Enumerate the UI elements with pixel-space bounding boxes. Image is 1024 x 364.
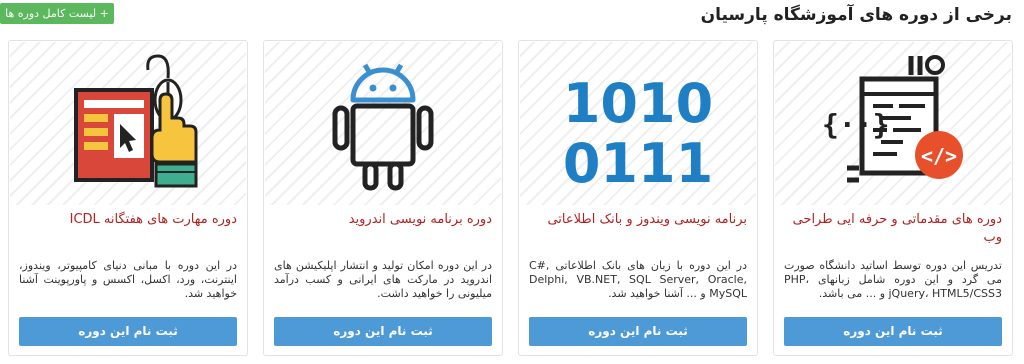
course-title-android[interactable]: دوره برنامه نویسی اندروید [274,211,492,229]
course-image-icdl [10,42,246,205]
course-description-windows-programming: در این دوره با زبان های بانک اطلاعاتی C#… [529,259,747,300]
binary-code-icon: 1010 0111 [563,72,713,195]
course-title-icdl[interactable]: دوره مهارت های هفتگانه ICDL [19,211,237,229]
full-course-list-button[interactable]: + لیست کامل دوره ها [0,3,114,24]
course-image-android [265,42,501,205]
course-description-icdl: در این دوره با مبانی دنیای کامپیوتر، وین… [19,259,237,300]
svg-text:{··}: {··} [822,108,889,141]
course-card-android: دوره برنامه نویسی اندروید در این دوره ام… [263,40,503,356]
register-button-web-design[interactable]: ثبت نام این دوره [784,317,1002,346]
course-description-web-design: تدریس این دوره توسط اساتید دانشگاه صورت … [784,259,1002,300]
course-image-windows-programming: 1010 0111 [520,42,756,205]
android-icon [332,63,434,191]
course-title-web-design[interactable]: دوره های مقدماتی و حرفه ایی طراحی وب [784,211,1002,247]
binary-line-2: 0111 [563,132,713,195]
course-image-web-design: {··} </> [775,42,1011,205]
course-card-windows-programming: 1010 0111 برنامه نویسی ویندوز و بانک اطل… [518,40,758,356]
web-design-icon: {··} </> [822,55,963,183]
course-title-windows-programming[interactable]: برنامه نویسی ویندوز و بانک اطلاعاتی [529,211,747,229]
course-card-web-design: {··} </> دوره های مقدماتی و حرفه ایی طرا… [773,40,1013,356]
register-button-icdl[interactable]: ثبت نام این دوره [19,317,237,346]
course-description-android: در این دوره امکان تولید و انتشار اپلیکیش… [274,259,492,300]
page-title: برخی از دوره های آموزشگاه پارسیان [700,5,1012,25]
binary-line-1: 1010 [563,72,713,135]
course-card-icdl: دوره مهارت های هفتگانه ICDL در این دوره … [8,40,248,356]
register-button-windows-programming[interactable]: ثبت نام این دوره [529,317,747,346]
register-button-android[interactable]: ثبت نام این دوره [274,317,492,346]
svg-text:</>: </> [921,144,957,168]
computer-mouse-icon [74,54,198,188]
